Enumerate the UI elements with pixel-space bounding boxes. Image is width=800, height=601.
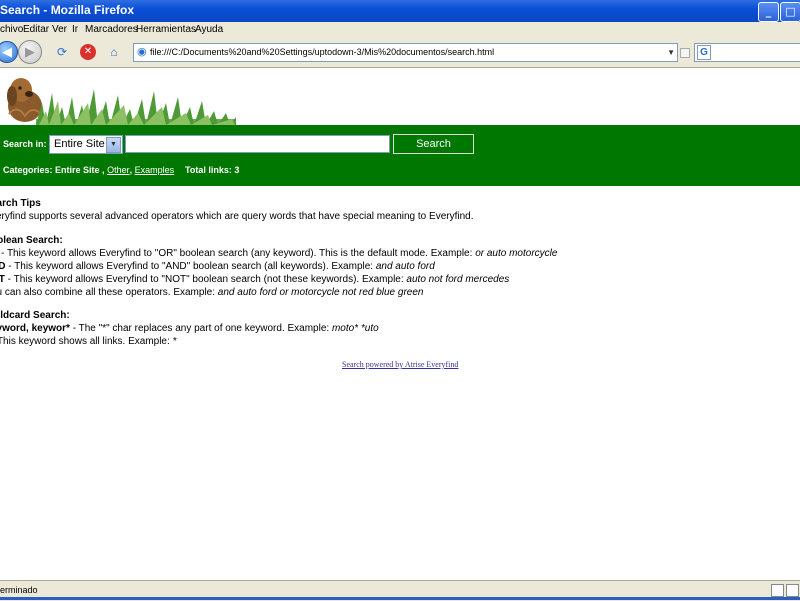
- search-input[interactable]: [125, 135, 390, 153]
- not-tip: OT - This keyword allows Everyfind to "N…: [0, 274, 510, 285]
- chevron-down-icon[interactable]: ▼: [667, 44, 675, 61]
- stop-icon[interactable]: ✕: [80, 44, 96, 60]
- tips-heading: earch Tips: [0, 198, 41, 209]
- resize-grip-icon[interactable]: [786, 584, 799, 597]
- wildcard-tip: eyword, keywor* - The "*" char replaces …: [0, 323, 379, 334]
- menu-ayuda[interactable]: Ayuda: [195, 24, 223, 35]
- address-url: file:///C:/Documents%20and%20Settings/up…: [150, 47, 495, 57]
- boolean-heading: oolean Search:: [0, 235, 63, 246]
- search-scope-select[interactable]: Entire Site ▼: [49, 135, 123, 154]
- reload-icon[interactable]: ⟳: [54, 44, 70, 60]
- page-content: Search in: Entire Site ▼ Search Categori…: [0, 68, 800, 580]
- menu-herramientas[interactable]: Herramientas: [136, 24, 196, 35]
- search-in-label: Search in:: [3, 139, 47, 149]
- menu-archivo[interactable]: chivo: [0, 24, 23, 35]
- site-banner: [0, 68, 800, 125]
- go-button[interactable]: [680, 48, 690, 58]
- page-info-icon[interactable]: [771, 584, 784, 597]
- menu-marcadores[interactable]: Marcadores: [85, 24, 138, 35]
- back-arrow-icon[interactable]: ◀: [0, 41, 18, 63]
- categories-prefix: Categories: Entire Site: [3, 165, 100, 175]
- address-bar[interactable]: ◉ file:///C:/Documents%20and%20Settings/…: [133, 43, 678, 62]
- window-title: Search - Mozilla Firefox: [0, 3, 135, 17]
- combine-tip: ou can also combine all these operators.…: [0, 287, 424, 298]
- categories-separator: ,: [99, 165, 105, 175]
- home-icon[interactable]: ⌂: [106, 44, 122, 60]
- menu-ir[interactable]: Ir: [72, 24, 78, 35]
- menu-editar[interactable]: Editar: [23, 24, 49, 35]
- minimize-button[interactable]: _: [758, 2, 779, 22]
- or-tip: R - This keyword allows Everyfind to "OR…: [0, 248, 558, 259]
- forward-arrow-icon[interactable]: ▶: [18, 40, 42, 64]
- category-link-examples[interactable]: Examples: [135, 165, 175, 175]
- search-engine-box[interactable]: G: [694, 43, 800, 62]
- status-text: erminado: [0, 585, 38, 595]
- powered-by-link[interactable]: Search powered by Atrise Everyfind: [342, 360, 458, 369]
- google-icon[interactable]: G: [697, 45, 711, 60]
- categories-line: Categories: Entire Site , Other, Example…: [3, 165, 174, 175]
- window-titlebar: Search - Mozilla Firefox _ □: [0, 0, 800, 22]
- star-tip: - This keyword shows all links. Example:…: [0, 336, 177, 347]
- wildcard-heading: Vildcard Search:: [0, 310, 70, 321]
- page-icon: ◉: [137, 46, 147, 58]
- categories-link-separator: ,: [129, 165, 133, 175]
- grass-decoration: [36, 89, 236, 125]
- search-button[interactable]: Search: [393, 134, 474, 154]
- maximize-button[interactable]: □: [780, 2, 800, 22]
- total-links: Total links: 3: [185, 165, 240, 175]
- menu-bar: chivo Editar Ver Ir Marcadores Herramien…: [0, 22, 800, 39]
- search-bar-panel: Search in: Entire Site ▼ Search Categori…: [0, 125, 800, 186]
- search-scope-value: Entire Site: [54, 138, 105, 150]
- category-link-other[interactable]: Other: [107, 165, 130, 175]
- chevron-down-icon[interactable]: ▼: [106, 137, 121, 153]
- and-tip: ND - This keyword allows Everyfind to "A…: [0, 261, 435, 272]
- menu-ver[interactable]: Ver: [52, 24, 67, 35]
- tips-intro: veryfind supports several advanced opera…: [0, 211, 474, 222]
- navigation-toolbar: ◀ ▶ ⟳ ✕ ⌂ ◉ file:///C:/Documents%20and%2…: [0, 39, 800, 68]
